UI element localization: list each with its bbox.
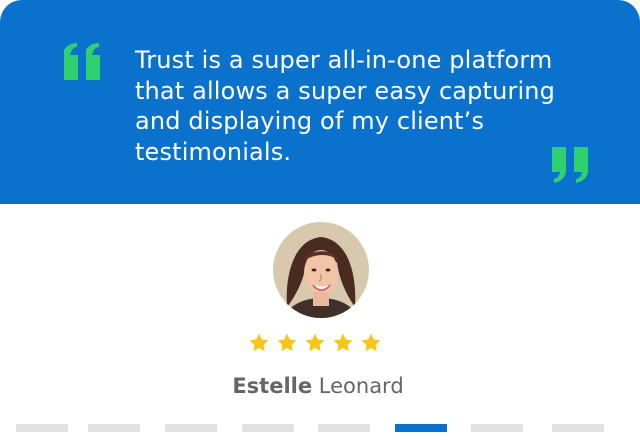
testimonial-pager xyxy=(0,424,640,432)
pager-dot-5[interactable] xyxy=(318,424,370,432)
author-first-name: Estelle xyxy=(232,374,313,398)
pager-dot-3[interactable] xyxy=(165,424,217,432)
author-avatar xyxy=(273,222,369,318)
author-last-name: Leonard xyxy=(318,374,404,398)
pager-dot-4[interactable] xyxy=(242,424,294,432)
pager-dot-7[interactable] xyxy=(471,424,523,432)
pager-dot-1[interactable] xyxy=(16,424,68,432)
quote-panel: Trust is a super all-in-one platform tha… xyxy=(0,0,640,204)
closing-quote-icon xyxy=(552,147,588,183)
star-icon xyxy=(361,333,381,352)
star-icon xyxy=(277,333,297,352)
pager-dot-2[interactable] xyxy=(88,424,140,432)
author-name: Estelle Leonard xyxy=(0,372,636,400)
star-icon xyxy=(305,333,325,352)
pager-dot-6[interactable] xyxy=(395,424,447,432)
testimonial-quote: Trust is a super all-in-one platform tha… xyxy=(135,46,556,166)
star-icon xyxy=(333,333,353,352)
testimonial-card: Trust is a super all-in-one platform tha… xyxy=(0,0,640,440)
opening-quote-icon xyxy=(64,43,100,80)
pager-dot-8[interactable] xyxy=(552,424,604,432)
rating-stars xyxy=(248,332,388,356)
star-icon xyxy=(249,333,269,352)
author-portrait xyxy=(273,222,369,318)
